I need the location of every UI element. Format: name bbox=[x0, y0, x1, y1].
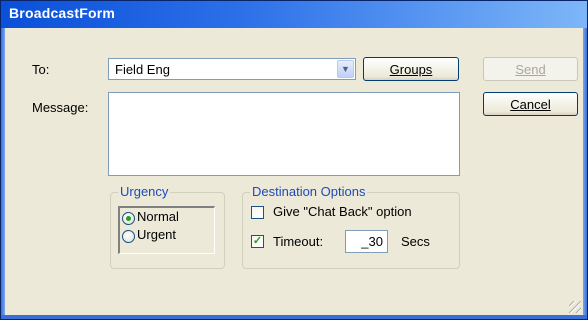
to-combobox-value: Field Eng bbox=[115, 62, 170, 77]
cancel-button[interactable]: Cancel bbox=[483, 92, 578, 116]
groups-button[interactable]: Groups bbox=[363, 57, 459, 81]
urgency-normal-radio[interactable] bbox=[122, 212, 135, 225]
urgency-urgent-radio[interactable] bbox=[122, 230, 135, 243]
title-bar[interactable]: BroadcastForm bbox=[1, 1, 587, 28]
message-label: Message: bbox=[32, 100, 89, 115]
window-title: BroadcastForm bbox=[9, 5, 116, 21]
dropdown-arrow-icon[interactable]: ▼ bbox=[337, 60, 354, 78]
timeout-input[interactable]: _30 bbox=[345, 230, 388, 253]
urgency-urgent-label[interactable]: Urgent bbox=[137, 227, 176, 242]
chat-back-checkbox[interactable] bbox=[251, 206, 264, 219]
urgency-group-title: Urgency bbox=[118, 184, 171, 199]
window-frame-left bbox=[1, 28, 5, 319]
broadcast-form-window: BroadcastForm To: Field Eng ▼ Groups Sen… bbox=[0, 0, 588, 320]
groups-button-label: Groups bbox=[389, 61, 433, 77]
message-textarea[interactable] bbox=[108, 92, 460, 176]
send-button[interactable]: Send bbox=[483, 57, 578, 81]
timeout-checkbox[interactable]: ✓ bbox=[251, 235, 264, 248]
destination-options-title: Destination Options bbox=[250, 184, 368, 199]
urgency-normal-label[interactable]: Normal bbox=[137, 209, 179, 224]
send-button-label: Send bbox=[515, 61, 546, 77]
to-label: To: bbox=[32, 62, 50, 77]
size-grip-icon[interactable] bbox=[569, 301, 581, 313]
timeout-unit-label: Secs bbox=[401, 234, 430, 249]
timeout-label[interactable]: Timeout: bbox=[273, 234, 323, 249]
window-frame-right bbox=[583, 28, 587, 319]
chat-back-label[interactable]: Give "Chat Back" option bbox=[273, 204, 412, 219]
window-frame-bottom bbox=[1, 315, 587, 319]
to-combobox[interactable]: Field Eng ▼ bbox=[108, 58, 356, 80]
cancel-button-label: Cancel bbox=[510, 96, 551, 112]
